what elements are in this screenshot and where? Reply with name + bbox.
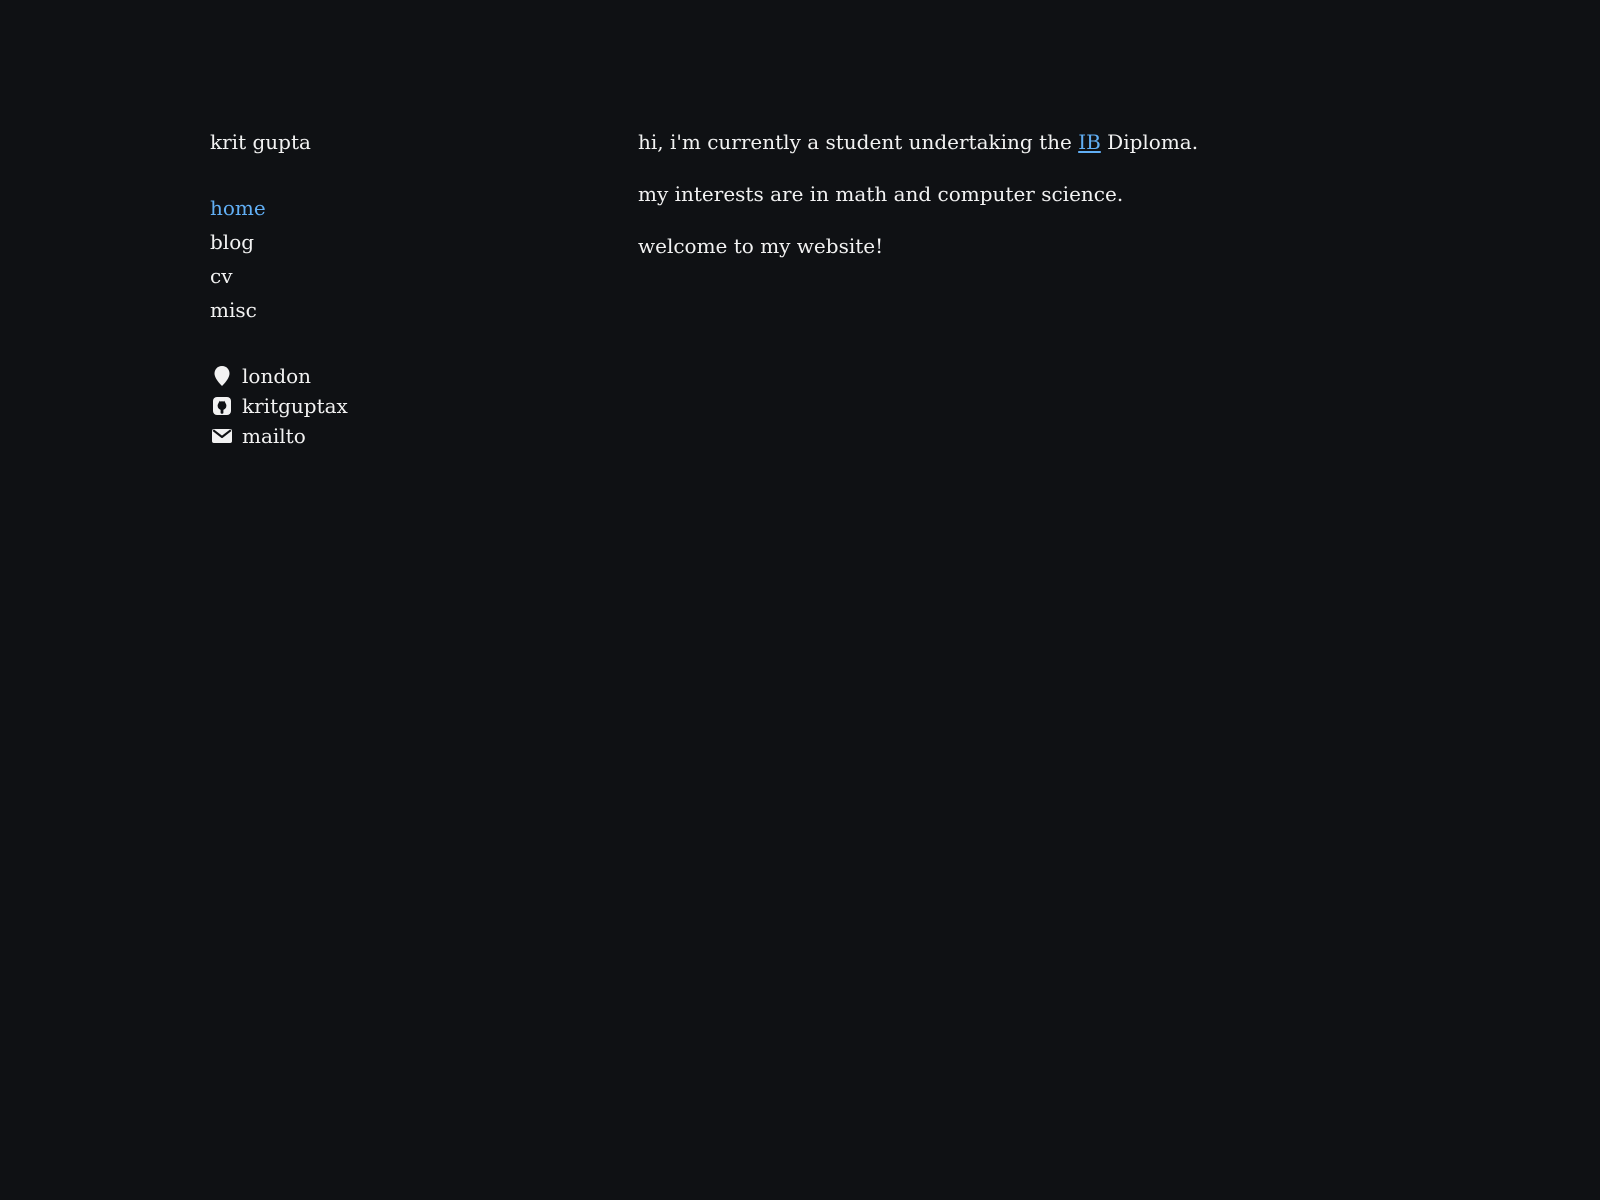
nav-home-link[interactable]: home: [210, 196, 266, 220]
intro-paragraph: hi, i'm currently a student undertaking …: [638, 130, 1398, 154]
nav-cv-link[interactable]: cv: [210, 264, 233, 288]
email-row[interactable]: mailto: [210, 424, 590, 448]
nav-blog-link[interactable]: blog: [210, 230, 254, 254]
github-link[interactable]: kritguptax: [242, 394, 348, 418]
contact-list: london kritguptax mailto: [210, 364, 590, 448]
main-content: hi, i'm currently a student undertaking …: [638, 130, 1398, 286]
interests-paragraph: my interests are in math and computer sc…: [638, 182, 1124, 206]
location-row: london: [210, 364, 590, 388]
intro-before-link: hi, i'm currently a student undertaking …: [638, 130, 1079, 154]
ib-link[interactable]: IB: [1078, 130, 1101, 154]
sidebar: krit gupta home blog cv misc london krit…: [210, 130, 590, 448]
github-icon: [210, 394, 234, 418]
main-navigation: home blog cv misc: [210, 196, 590, 322]
location-text: london: [242, 364, 312, 388]
welcome-paragraph: welcome to my website!: [638, 234, 884, 258]
github-row[interactable]: kritguptax: [210, 394, 590, 418]
intro-after-link: Diploma.: [1100, 130, 1199, 154]
nav-misc-link[interactable]: misc: [210, 298, 257, 322]
site-title: krit gupta: [210, 130, 311, 154]
map-pin-icon: [210, 364, 234, 388]
envelope-icon: [210, 424, 234, 448]
email-link[interactable]: mailto: [242, 424, 306, 448]
